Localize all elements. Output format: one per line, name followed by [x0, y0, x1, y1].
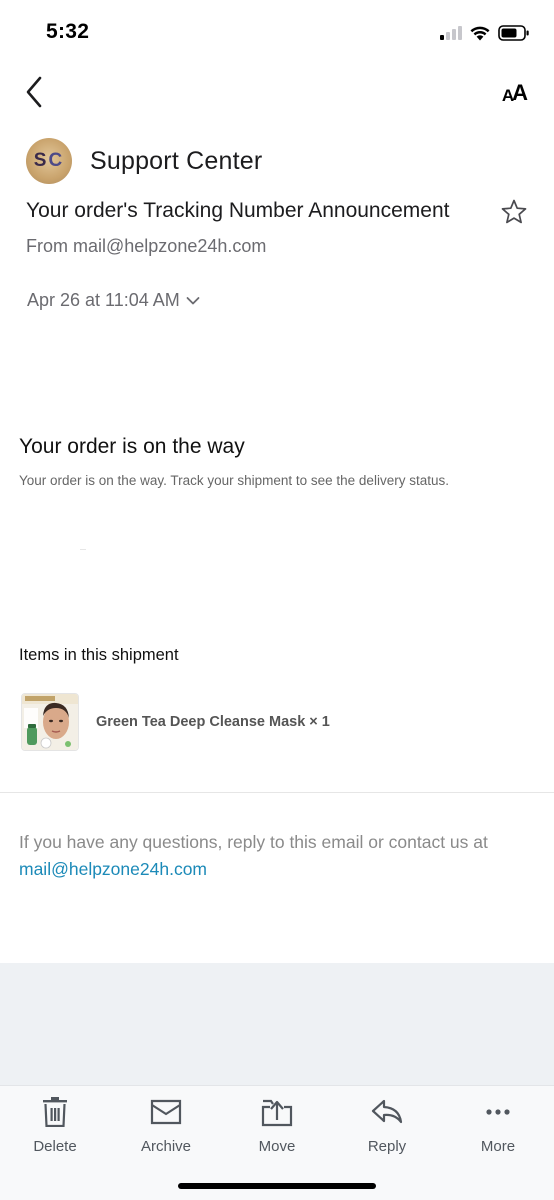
faint-mark — [80, 549, 86, 550]
battery-icon — [498, 25, 529, 41]
move-icon — [261, 1099, 293, 1127]
nav-bar: A A — [0, 66, 554, 120]
email-date: Apr 26 at 11:04 AM — [27, 290, 180, 310]
avatar-initial-c: C — [48, 150, 65, 171]
archive-icon — [150, 1099, 182, 1125]
move-button[interactable]: Move — [237, 1096, 317, 1155]
more-label: More — [480, 1138, 516, 1155]
star-icon — [501, 199, 527, 224]
delete-button[interactable]: Delete — [15, 1096, 95, 1155]
text-size-big-a: A — [512, 80, 528, 105]
more-icon — [486, 1109, 510, 1115]
product-row: Green Tea Deep Cleanse Mask × 1 — [21, 693, 330, 751]
star-button[interactable] — [500, 198, 528, 226]
reply-icon — [371, 1099, 403, 1124]
status-icons — [440, 23, 530, 43]
body-headline: Your order is on the way — [19, 435, 245, 458]
delete-label: Delete — [33, 1138, 77, 1155]
avatar[interactable]: S C — [26, 138, 72, 184]
from-line[interactable]: From mail@helpzone24h.com — [26, 236, 266, 257]
archive-label: Archive — [140, 1138, 192, 1155]
text-size-button[interactable]: A A — [502, 78, 528, 106]
avatar-initial-s: S — [33, 150, 49, 171]
help-email-link[interactable]: mail@helpzone24h.com — [19, 859, 207, 879]
help-text: If you have any questions, reply to this… — [19, 829, 534, 883]
back-button[interactable] — [18, 74, 50, 110]
more-button[interactable]: More — [458, 1096, 538, 1155]
reply-label: Reply — [367, 1138, 407, 1155]
sender-name[interactable]: Support Center — [90, 147, 262, 176]
email-footer-area — [0, 963, 554, 1085]
items-heading: Items in this shipment — [19, 646, 179, 664]
email-subject: Your order's Tracking Number Announcemen… — [26, 199, 450, 222]
archive-button[interactable]: Archive — [126, 1096, 206, 1155]
sender-row: S C Support Center — [26, 138, 262, 184]
trash-icon — [43, 1097, 67, 1127]
chevron-down-icon — [186, 296, 200, 304]
product-name: Green Tea Deep Cleanse Mask × 1 — [96, 714, 330, 730]
reply-button[interactable]: Reply — [347, 1096, 427, 1155]
product-thumbnail — [21, 693, 79, 751]
status-time: 5:32 — [46, 20, 90, 43]
chevron-left-icon — [26, 76, 42, 108]
cellular-signal-icon — [440, 26, 462, 40]
home-indicator — [178, 1183, 376, 1189]
body-subtext: Your order is on the way. Track your shi… — [19, 473, 449, 488]
move-label: Move — [258, 1138, 296, 1155]
wifi-icon — [470, 26, 490, 41]
status-bar: 5:32 — [0, 0, 554, 66]
date-line[interactable]: Apr 26 at 11:04 AM — [27, 290, 200, 311]
divider — [0, 792, 554, 793]
help-text-body: If you have any questions, reply to this… — [19, 832, 488, 852]
